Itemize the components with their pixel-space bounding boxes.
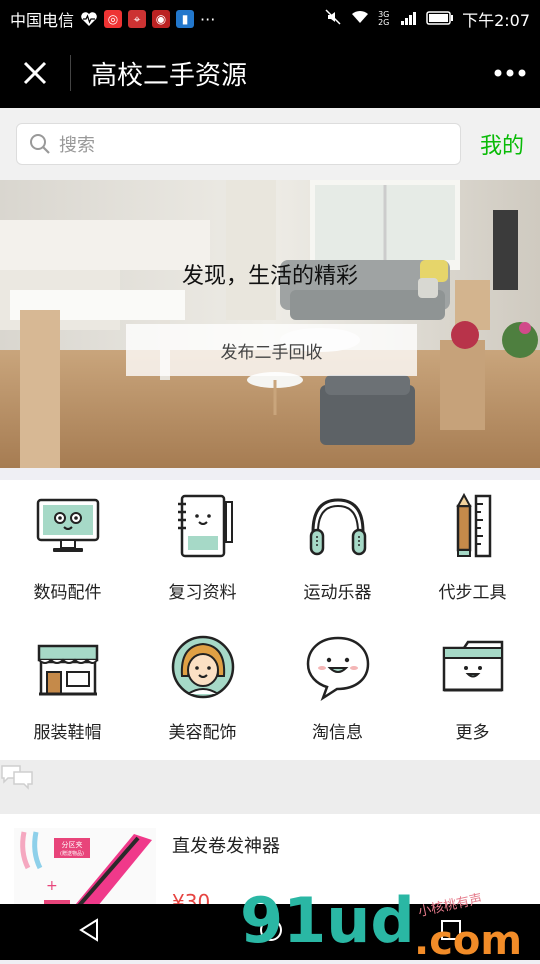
- category-label: 数码配件: [33, 583, 102, 603]
- category-label: 淘信息: [312, 723, 363, 743]
- category-beauty[interactable]: 美容配饰: [135, 620, 270, 760]
- app-icon: ◉: [152, 10, 171, 28]
- battery-icon: [426, 10, 454, 29]
- mute-icon: [324, 8, 342, 30]
- hero-banner: 发现，生活的精彩 发布二手回收: [0, 180, 540, 468]
- category-transport[interactable]: 代步工具: [405, 480, 540, 620]
- search-input[interactable]: 搜索: [16, 123, 461, 165]
- signal-icon: [400, 10, 418, 29]
- monitor-icon: [36, 498, 99, 552]
- folder-icon: [442, 640, 503, 692]
- category-label: 复习资料: [168, 583, 237, 603]
- girl-face-icon: [171, 635, 234, 699]
- back-button[interactable]: [77, 917, 103, 947]
- category-study[interactable]: 复习资料: [135, 480, 270, 620]
- heart-rate-icon: [80, 10, 98, 28]
- status-right: 3G 2G 下午2:07: [324, 7, 530, 31]
- shop-icon: [37, 644, 98, 696]
- category-digital[interactable]: 数码配件: [0, 480, 135, 620]
- search-icon: [30, 134, 50, 154]
- search-placeholder: 搜索: [59, 135, 95, 156]
- more-menu-button[interactable]: [480, 68, 540, 78]
- category-label: 服装鞋帽: [33, 723, 102, 743]
- status-left: 中国电信 ◎ ⌖ ◉ ▮ ···: [10, 7, 215, 31]
- thumb-label-1: 分区夹: [62, 840, 83, 849]
- more-notifications-icon: ···: [200, 9, 216, 29]
- category-grid: 数码配件 复习资料 运动乐器 代步工具 服装鞋帽 美容配饰 淘信息 更多: [0, 480, 540, 760]
- close-button[interactable]: [0, 38, 70, 108]
- category-sports-music[interactable]: 运动乐器: [270, 480, 405, 620]
- weibo-icon: ◎: [104, 10, 123, 28]
- site-watermark: 91ud .com 小核桃有声: [238, 884, 538, 964]
- status-bar: 中国电信 ◎ ⌖ ◉ ▮ ··· 3G 2G 下午2:07: [0, 0, 540, 38]
- watermark-suffix: .com: [414, 918, 522, 960]
- book-icon: ▮: [176, 10, 195, 28]
- category-clothing[interactable]: 服装鞋帽: [0, 620, 135, 760]
- messages-icon: [1, 765, 33, 790]
- clock: 下午2:07: [462, 11, 530, 30]
- pencil-ruler-icon: [455, 492, 491, 558]
- category-label: 运动乐器: [303, 583, 372, 603]
- publish-button[interactable]: 发布二手回收: [126, 324, 417, 376]
- notebook-icon: [177, 494, 233, 558]
- nav-divider: [70, 55, 71, 91]
- headphones-icon: [309, 498, 366, 556]
- more-dots-icon: [494, 69, 526, 77]
- item-title: 直发卷发神器: [172, 836, 280, 857]
- watermark-tagline: 小核桃有声: [417, 892, 484, 920]
- close-icon: [23, 61, 47, 85]
- chat-bubble-icon: [306, 636, 369, 702]
- category-label: 更多: [455, 723, 490, 743]
- search-row: 搜索 我的: [0, 108, 540, 180]
- category-label: 代步工具: [438, 583, 507, 603]
- nav-bar: 高校二手资源: [0, 38, 540, 108]
- category-info[interactable]: 淘信息: [270, 620, 405, 760]
- carrier-label: 中国电信: [10, 11, 75, 30]
- network-label: 3G 2G: [378, 10, 390, 27]
- category-more[interactable]: 更多: [405, 620, 540, 760]
- thumb-label-2: (赠送物品): [60, 850, 84, 857]
- category-label: 美容配饰: [168, 723, 237, 743]
- watermark-brand: 91ud: [240, 888, 415, 957]
- section-divider: [0, 760, 540, 814]
- mine-link[interactable]: 我的: [480, 128, 524, 160]
- svg-text:+: +: [46, 878, 58, 894]
- wifi-icon: [350, 9, 370, 29]
- page-title: 高校二手资源: [91, 60, 248, 91]
- banner-headline: 发现，生活的精彩: [181, 264, 358, 289]
- map-pin-icon: ⌖: [128, 10, 147, 28]
- back-triangle-icon: [79, 918, 99, 942]
